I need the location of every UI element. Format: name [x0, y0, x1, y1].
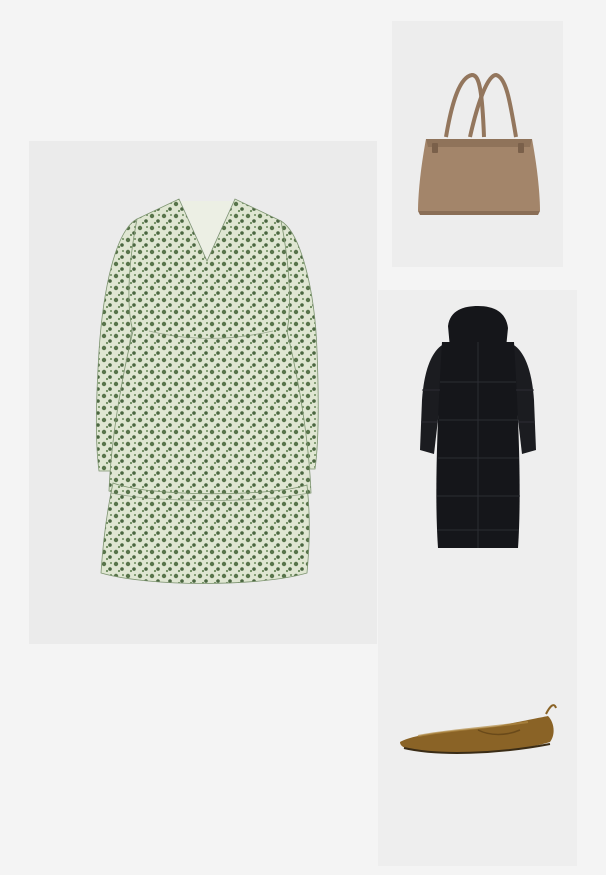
- metallic-ballet-flat-icon: [400, 704, 557, 754]
- suede-tote-bag-icon: [418, 72, 540, 215]
- coat-tile[interactable]: [378, 290, 577, 866]
- floral-dress-icon: [95, 198, 319, 584]
- dress-tile[interactable]: [29, 141, 377, 644]
- bag-tile[interactable]: [392, 21, 563, 267]
